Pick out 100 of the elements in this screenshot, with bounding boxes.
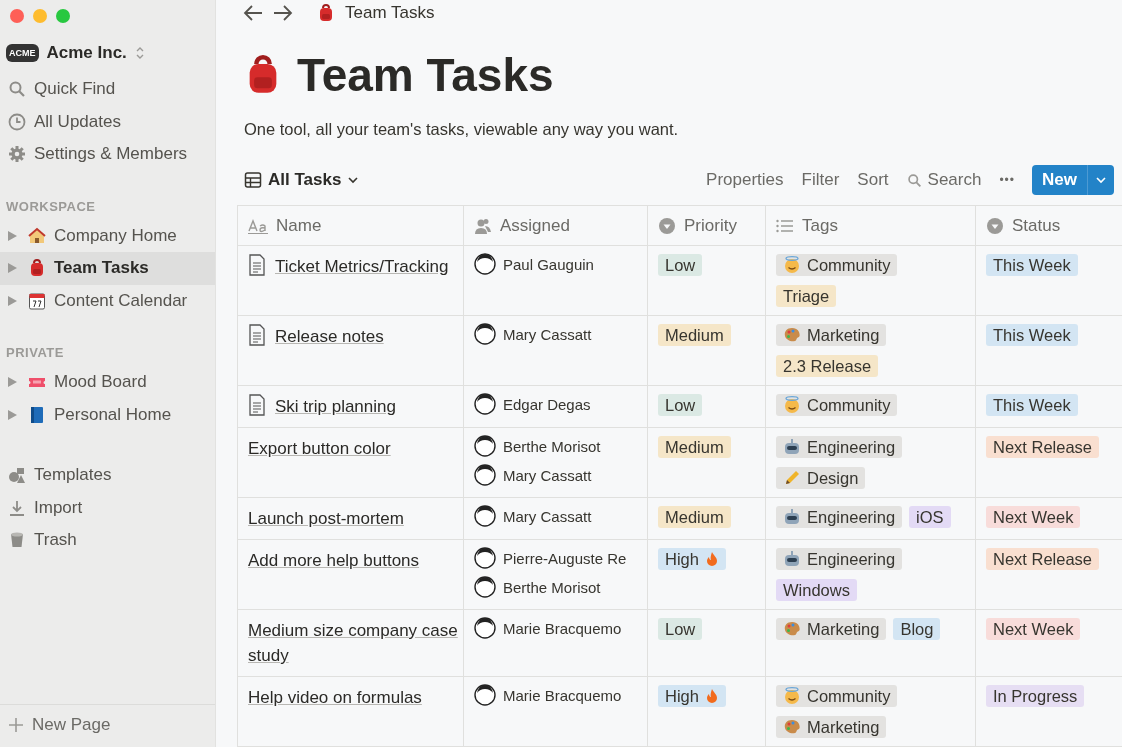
expand-icon[interactable] xyxy=(8,409,17,420)
assignee-name: Pierre-Auguste Re xyxy=(503,549,627,567)
more-button[interactable]: ••• xyxy=(990,173,1025,187)
avatar-icon xyxy=(474,323,496,345)
assignee-name: Edgar Degas xyxy=(503,395,591,413)
robot-icon xyxy=(783,438,801,456)
sidebar-page[interactable]: Personal Home xyxy=(0,398,215,431)
table-icon xyxy=(244,171,262,189)
view-selector[interactable]: All Tasks xyxy=(244,170,360,190)
assignee-name: Mary Cassatt xyxy=(503,466,592,484)
new-page-button[interactable]: New Page xyxy=(0,704,215,747)
dropdown-icon xyxy=(658,216,676,235)
avatar-icon xyxy=(474,505,496,527)
sidebar-item[interactable]: All Updates xyxy=(0,105,215,138)
avatar-icon xyxy=(474,576,496,598)
search-button[interactable]: Search xyxy=(897,170,991,190)
calendar-icon xyxy=(28,291,46,310)
book-icon xyxy=(28,405,46,424)
workspace-name: Acme Inc. xyxy=(46,43,127,63)
tag: Engineering xyxy=(776,548,903,570)
status-tag: In Progress xyxy=(986,685,1085,707)
avatar-icon xyxy=(474,464,496,486)
tag: Marketing xyxy=(776,716,887,738)
zoom-button[interactable] xyxy=(56,9,70,23)
task-name[interactable]: Release notes xyxy=(275,324,384,349)
task-name[interactable]: Launch post-mortem xyxy=(248,506,404,531)
column-header[interactable]: Status xyxy=(976,206,1122,246)
tag: iOS xyxy=(909,506,951,528)
task-name[interactable]: Add more help buttons xyxy=(248,548,420,573)
status-tag: Next Release xyxy=(986,548,1100,570)
workspace-switcher[interactable]: ACME Acme Inc. xyxy=(0,33,215,73)
tag: Community xyxy=(776,254,898,276)
smiley-icon xyxy=(783,396,801,414)
section-heading: PRIVATE xyxy=(5,344,65,362)
toolbar-action[interactable]: Filter xyxy=(792,170,849,190)
minimize-button[interactable] xyxy=(33,9,47,23)
robot-icon xyxy=(783,550,801,568)
backpack-icon xyxy=(317,4,335,22)
task-name[interactable]: Ticket Metrics/Tracking xyxy=(275,254,449,279)
status-tag: Next Week xyxy=(986,618,1081,640)
task-name[interactable]: Help video on formulas xyxy=(248,685,422,710)
search-icon xyxy=(8,80,26,99)
task-name[interactable]: Export button color xyxy=(248,436,391,461)
expand-icon[interactable] xyxy=(8,295,17,306)
tag: Community xyxy=(776,394,898,416)
avatar-icon xyxy=(474,684,496,706)
avatar-icon xyxy=(474,253,496,275)
sidebar-page[interactable]: Content Calendar xyxy=(0,284,215,317)
assignee-name: Berthe Morisot xyxy=(503,437,601,455)
sidebar-item[interactable]: Trash xyxy=(0,524,215,557)
assignee-name: Marie Bracquemo xyxy=(503,686,622,704)
expand-icon[interactable] xyxy=(8,230,17,241)
task-name[interactable]: Ski trip planning xyxy=(275,394,396,419)
status-tag: This Week xyxy=(986,254,1078,276)
smiley-icon xyxy=(783,256,801,274)
palette-icon xyxy=(783,620,801,638)
switch-icon xyxy=(134,46,145,60)
priority-tag: Low xyxy=(658,254,703,276)
tag: Marketing xyxy=(776,324,887,346)
priority-tag: Medium xyxy=(658,324,731,346)
sidebar-page[interactable]: Team Tasks xyxy=(0,252,215,285)
column-header[interactable]: Priority xyxy=(648,206,766,246)
sidebar-item[interactable]: Templates xyxy=(0,459,215,492)
tag: Marketing xyxy=(776,618,887,640)
expand-icon[interactable] xyxy=(8,377,17,388)
column-header[interactable]: Tags xyxy=(766,206,976,246)
sidebar-item[interactable]: Settings & Members xyxy=(0,138,215,171)
priority-tag: High xyxy=(658,685,726,707)
house-icon xyxy=(28,226,46,245)
tag: Windows xyxy=(776,579,857,601)
workspace-logo: ACME xyxy=(6,44,39,62)
breadcrumb[interactable]: Team Tasks xyxy=(345,3,435,23)
section-heading: WORKSPACE xyxy=(5,197,97,216)
toolbar-action[interactable]: Properties xyxy=(697,170,793,190)
expand-icon[interactable] xyxy=(8,263,17,274)
tag: Engineering xyxy=(776,436,903,458)
chevron-icon xyxy=(1095,174,1107,186)
close-button[interactable] xyxy=(10,9,24,23)
backpack-icon xyxy=(28,259,46,278)
sidebar-item[interactable]: Import xyxy=(0,491,215,524)
forward-icon xyxy=(273,4,293,22)
column-header[interactable]: Name xyxy=(238,206,464,246)
sidebar-page[interactable]: Company Home xyxy=(0,219,215,252)
sidebar-page[interactable]: Mood Board xyxy=(0,366,215,399)
assignee-name: Mary Cassatt xyxy=(503,325,592,343)
task-name[interactable]: Medium size company case study xyxy=(248,618,459,668)
toolbar-action[interactable]: Sort xyxy=(848,170,898,190)
priority-tag: Low xyxy=(658,618,703,640)
priority-tag: Low xyxy=(658,394,703,416)
avatar-icon xyxy=(474,435,496,457)
avatar-icon xyxy=(474,547,496,569)
column-header[interactable]: Assigned xyxy=(464,206,648,246)
page-title: Team Tasks xyxy=(297,48,554,102)
status-tag: This Week xyxy=(986,324,1078,346)
search-icon xyxy=(906,172,922,188)
status-tag: This Week xyxy=(986,394,1078,416)
settings-icon xyxy=(8,145,26,164)
sidebar-item[interactable]: Quick Find xyxy=(0,73,215,106)
tag: Engineering xyxy=(776,506,903,528)
robot-icon xyxy=(783,508,801,526)
